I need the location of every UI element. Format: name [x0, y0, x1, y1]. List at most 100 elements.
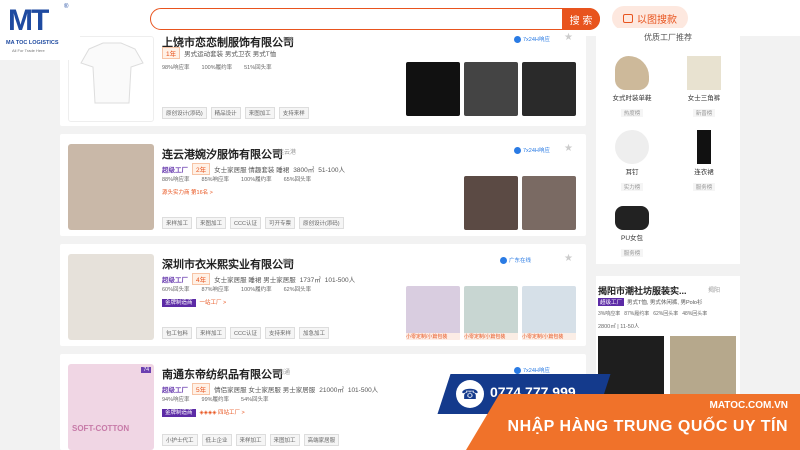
factory-area: 21000㎡ [319, 387, 344, 394]
factory-badge: 超级工厂 [162, 167, 188, 174]
metric: 100%履约率 [241, 287, 272, 293]
photo-label: SOFT-COTTON [72, 424, 130, 433]
categories: 男式运动套装 男式卫衣 男式T恤 [184, 51, 277, 58]
categories: 女士家居服 睡裙 男士家居服 [214, 277, 296, 284]
supplier-name[interactable]: 深圳市衣米熙实业有限公司 [162, 256, 294, 272]
location: 上饶 [282, 38, 295, 44]
search-input[interactable] [150, 8, 600, 30]
camera-icon [623, 13, 633, 23]
metric: 62%回头率 [283, 287, 312, 293]
product-thumb[interactable]: 小零定制/小篇包装 [464, 286, 518, 340]
year-badge: 4年 [192, 273, 211, 285]
bag-icon [615, 206, 649, 230]
product-thumb[interactable] [670, 336, 736, 396]
recommend-item[interactable]: 耳钉 实力榜 [596, 130, 668, 194]
metric: 51%回头率 [244, 65, 272, 71]
chat-icon [514, 366, 521, 374]
chat-status[interactable]: 7x24H响应 [514, 146, 550, 154]
slogan: NHẬP HÀNG TRUNG QUỐC UY TÍN [507, 418, 788, 435]
rank-link[interactable]: 源头实力商 第16名 > [162, 190, 213, 196]
service-tag: 精品设计 [210, 107, 241, 119]
image-search-button[interactable]: 以图搜款 [612, 6, 688, 30]
metric: 48%回头率 [682, 311, 708, 317]
product-thumb[interactable] [464, 62, 518, 116]
supplier-name[interactable]: 南通东帝纺织品有限公司 [162, 366, 283, 382]
product-thumb[interactable] [522, 176, 576, 230]
recommend-item[interactable]: 女式时装单鞋 热度榜 [596, 56, 668, 120]
recommend-item[interactable]: 连衣裙 服务榜 [668, 130, 740, 194]
supplier-name[interactable]: 揭阳市潮社坊服装实... [598, 284, 687, 297]
logo-mark: MT [8, 4, 49, 37]
factory-badge: 超级工厂 [162, 277, 188, 284]
service-tag: 可开专票 [264, 217, 295, 229]
service-tag: 来图加工 [244, 107, 275, 119]
location: 连云港 [278, 150, 297, 156]
favorite-icon[interactable]: ★ [564, 143, 573, 154]
product-thumb[interactable]: 小零定制/小篇包装 [522, 286, 576, 340]
registered-icon: ® [64, 4, 69, 10]
service-tag: 小护士代工 [162, 434, 198, 446]
rank-link[interactable]: ◈◈◈◈ 四站工厂 > [200, 410, 245, 416]
earring-icon [615, 130, 649, 164]
metric: 60%回头率 [162, 287, 190, 293]
staff-count: 101-500人 [347, 387, 379, 394]
supplier-card[interactable]: 连云港婉汐服饰有限公司 连云港 超级工厂 2年 女士家居服 情趣套装 睡裙 3800㎡… [60, 134, 586, 236]
search-button[interactable]: 搜 索 [562, 8, 600, 30]
factory-area: 2800㎡ | 11-50人 [598, 324, 640, 330]
chat-status[interactable]: 7x24H响应 [514, 35, 550, 43]
rank-link[interactable]: 一站工厂 > [200, 300, 227, 306]
metric: 3%响应率 [598, 311, 621, 317]
chat-icon [514, 146, 521, 154]
service-tag: 支持来样 [264, 327, 295, 339]
supplier-card[interactable]: 深圳市衣米熙实业有限公司 揭阳 超级工厂 4年 女士家居服 睡裙 男士家居服 1737… [60, 244, 586, 346]
chat-status[interactable]: 7x24H响应 [514, 366, 550, 374]
metric: 94%响应率 [162, 397, 190, 403]
supplier-photo [68, 254, 154, 340]
categories: 男式T恤, 男式休闲裤, 男Polo衫 [627, 300, 703, 306]
metric: 62%回头率 [653, 311, 679, 317]
supplier-photo: SOFT-COTTON 74 [68, 364, 154, 450]
service-tag: 来样加工 [235, 434, 266, 446]
supplier-name[interactable]: 连云港婉汐服饰有限公司 [162, 146, 283, 162]
metric: 88%响应率 [162, 177, 190, 183]
service-tag: 原创设计(添码) [298, 217, 344, 229]
favorite-icon[interactable]: ★ [564, 32, 573, 43]
website-url[interactable]: MATOC.COM.VN [709, 400, 788, 411]
product-thumb[interactable]: 小零定制/小篇包装 [406, 286, 460, 340]
service-tag: 高端家居服 [303, 434, 340, 446]
staff-count: 101-500人 [324, 277, 356, 284]
location: 南通 [278, 370, 291, 376]
service-tag: 加急加工 [298, 327, 329, 339]
categories: 情侣家居服 女士家居服 男士家居服 [214, 387, 316, 394]
recommend-panel: 优质工厂推荐 女式时装单鞋 热度榜 女士三角裤 新晋榜 耳钉 实力榜 连衣裙 服务榜 P… [596, 28, 740, 264]
chat-status[interactable]: 广东在线 [500, 256, 531, 264]
shoe-icon [615, 56, 649, 90]
product-thumb[interactable] [406, 62, 460, 116]
metric: 54%回头率 [241, 397, 269, 403]
image-search-label: 以图搜款 [637, 14, 677, 26]
level-badge: 金牌制造商 [162, 409, 196, 417]
supplier-card[interactable]: 上饶市恋恋制服饰有限公司 上饶 1年 男式运动套装 男式卫衣 男式T恤 98%响应… [60, 30, 586, 126]
recommend-item[interactable]: PU女包 服务榜 [596, 206, 668, 260]
photo-badge: 74 [141, 367, 151, 373]
service-tag: 原创设计(添码) [162, 107, 207, 119]
metric: 87%响应率 [201, 287, 230, 293]
staff-count: 51-100人 [318, 167, 345, 174]
phone-icon: ☎ [456, 380, 484, 408]
metric: 100%履约率 [241, 177, 272, 183]
service-tag: 包工包料 [162, 327, 193, 339]
supplier-photo [68, 144, 154, 230]
product-thumb[interactable] [598, 336, 664, 396]
metric: 99%履约率 [201, 397, 230, 403]
location: 揭阳 [708, 288, 721, 294]
factory-badge: 超级工厂 [598, 298, 625, 306]
product-thumb[interactable] [464, 176, 518, 230]
favorite-icon[interactable]: ★ [564, 253, 573, 264]
dress-icon [697, 130, 711, 164]
factory-area: 3800㎡ [293, 167, 315, 174]
service-tag: 来样加工 [196, 327, 227, 339]
service-tag: 支持来样 [278, 107, 309, 119]
logo-name: MA TOC LOGISTICS [6, 40, 59, 46]
recommend-item[interactable]: 女士三角裤 新晋榜 [668, 56, 740, 120]
product-thumb[interactable] [522, 62, 576, 116]
